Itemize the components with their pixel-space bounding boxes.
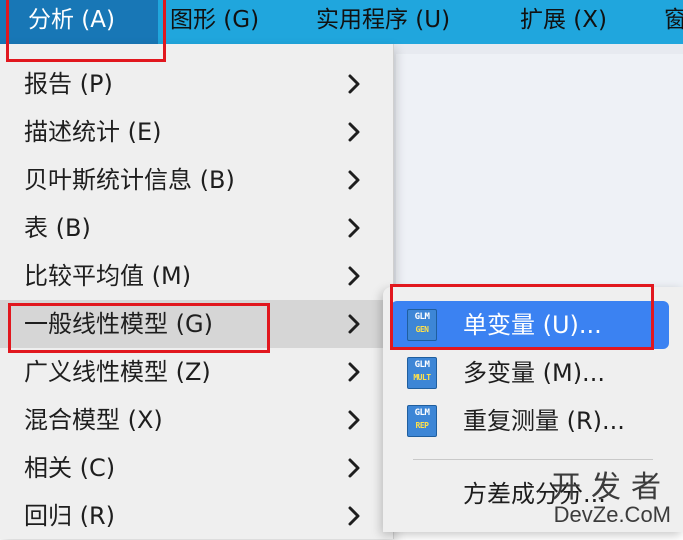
menu-item-label: 混合模型 (X) — [24, 406, 163, 434]
icon-text: GEN — [415, 325, 429, 334]
menu-utilities[interactable]: 实用程序 (U) — [316, 0, 450, 44]
chevron-right-icon — [348, 314, 360, 334]
chevron-right-icon — [348, 458, 360, 478]
icon-text: REP — [415, 421, 429, 430]
menu-item-label: 广义线性模型 (Z) — [24, 358, 211, 386]
submenu-item-label: 单变量 (U)... — [463, 311, 602, 339]
menu-window[interactable]: 窗 — [664, 0, 683, 44]
chevron-right-icon — [348, 266, 360, 286]
menu-item-label: 报告 (P) — [24, 70, 113, 98]
chevron-right-icon — [348, 122, 360, 142]
menu-item-correlate[interactable]: 相关 (C) — [0, 444, 393, 492]
menu-item-bayesian-statistics[interactable]: 贝叶斯统计信息 (B) — [0, 156, 393, 204]
menu-item-general-linear-model[interactable]: 一般线性模型 (G) — [0, 300, 393, 348]
menu-analyze-label: 分析 (A) — [28, 7, 115, 33]
icon-text: GLM — [414, 360, 430, 370]
menu-item-label: 一般线性模型 (G) — [24, 310, 213, 338]
menu-item-label: 贝叶斯统计信息 (B) — [24, 166, 235, 194]
glm-multivariate-icon: GLM MULT — [407, 357, 437, 389]
menu-item-reports[interactable]: 报告 (P) — [0, 60, 393, 108]
menu-item-label: 描述统计 (E) — [24, 118, 162, 146]
chevron-right-icon — [348, 74, 360, 94]
chevron-right-icon — [348, 170, 360, 190]
menu-analyze[interactable]: 分析 (A) — [0, 0, 158, 44]
menu-item-mixed-models[interactable]: 混合模型 (X) — [0, 396, 393, 444]
menu-item-tables[interactable]: 表 (B) — [0, 204, 393, 252]
submenu-item-label: 方差成分分... — [463, 480, 606, 508]
glm-repeated-measures-icon: GLM REP — [407, 405, 437, 437]
submenu-separator — [413, 459, 653, 460]
chevron-right-icon — [348, 506, 360, 526]
menu-item-label: 相关 (C) — [24, 454, 116, 482]
menu-item-compare-means[interactable]: 比较平均值 (M) — [0, 252, 393, 300]
menu-graphs[interactable]: 图形 (G) — [170, 0, 259, 44]
menu-item-generalized-linear-models[interactable]: 广义线性模型 (Z) — [0, 348, 393, 396]
glm-submenu: GLM GEN 单变量 (U)... GLM MULT 多变量 (M)... G… — [383, 287, 683, 532]
icon-text: GLM — [414, 312, 430, 322]
background-pane — [396, 54, 683, 324]
submenu-item-multivariate[interactable]: GLM MULT 多变量 (M)... — [383, 349, 683, 397]
menu-extensions-label: 扩展 (X) — [520, 7, 608, 33]
submenu-item-univariate[interactable]: GLM GEN 单变量 (U)... — [391, 301, 669, 349]
chevron-right-icon — [348, 362, 360, 382]
menubar: 分析 (A) 图形 (G) 实用程序 (U) 扩展 (X) 窗 — [0, 0, 683, 44]
menu-extensions[interactable]: 扩展 (X) — [520, 0, 607, 44]
menu-item-descriptive-statistics[interactable]: 描述统计 (E) — [0, 108, 393, 156]
submenu-item-label: 重复测量 (R)... — [463, 407, 625, 435]
icon-text: GLM — [414, 408, 430, 418]
menu-utilities-label: 实用程序 (U) — [316, 7, 451, 33]
menu-item-regression[interactable]: 回归 (R) — [0, 492, 393, 540]
analyze-dropdown: 报告 (P) 描述统计 (E) 贝叶斯统计信息 (B) 表 (B) 比较平均值 … — [0, 44, 394, 539]
menu-graphs-label: 图形 (G) — [170, 7, 260, 33]
glm-univariate-icon: GLM GEN — [407, 309, 437, 341]
chevron-right-icon — [348, 410, 360, 430]
menu-window-label: 窗 — [664, 7, 683, 33]
submenu-item-variance-components[interactable]: 方差成分分... — [383, 470, 683, 518]
submenu-item-label: 多变量 (M)... — [463, 359, 605, 387]
submenu-item-repeated-measures[interactable]: GLM REP 重复测量 (R)... — [383, 397, 683, 445]
chevron-right-icon — [348, 218, 360, 238]
menu-item-label: 表 (B) — [24, 214, 91, 242]
icon-text: MULT — [413, 373, 431, 382]
menu-item-label: 回归 (R) — [24, 502, 116, 530]
menu-item-label: 比较平均值 (M) — [24, 262, 192, 290]
